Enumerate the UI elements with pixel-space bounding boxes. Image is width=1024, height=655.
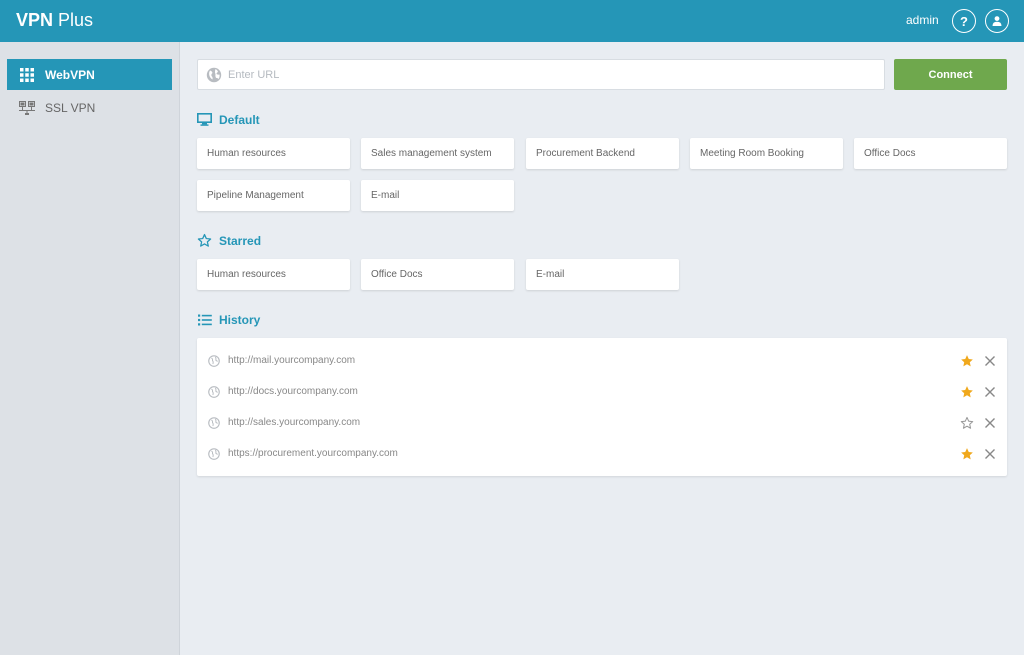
bookmark-tile[interactable]: E-mail	[526, 259, 679, 290]
grid-icon	[19, 67, 35, 83]
globe-icon	[206, 67, 222, 82]
monitor-icon	[197, 112, 212, 127]
close-icon[interactable]	[984, 355, 996, 367]
history-url[interactable]: http://sales.yourcompany.com	[228, 417, 360, 428]
bookmark-tile[interactable]: Human resources	[197, 259, 350, 290]
help-icon: ?	[960, 13, 968, 29]
star-outline-icon[interactable]	[960, 416, 974, 430]
brand-light: Plus	[58, 10, 94, 30]
sidebar-item-ssl-vpn[interactable]: SSL VPN	[7, 92, 172, 123]
globe-icon	[208, 416, 220, 429]
section-label: History	[219, 312, 261, 327]
close-icon[interactable]	[984, 386, 996, 398]
section-default-title: Default	[197, 112, 260, 127]
sidebar: WebVPN SSL VPN	[0, 42, 180, 655]
section-history-title: History	[197, 312, 260, 327]
close-icon[interactable]	[984, 448, 996, 460]
section-label: Starred	[219, 233, 262, 248]
globe-icon	[208, 385, 220, 398]
bookmark-tile[interactable]: Pipeline Management	[197, 180, 350, 211]
top-bar: VPN Plus admin ?	[0, 0, 1024, 42]
history-row: http://sales.yourcompany.com	[197, 407, 1007, 438]
section-label: Default	[219, 112, 260, 127]
username[interactable]: admin	[906, 13, 939, 27]
star-outline-icon	[197, 233, 212, 248]
sidebar-item-webvpn[interactable]: WebVPN	[7, 59, 172, 90]
history-list: http://mail.yourcompany.com http://docs.…	[197, 338, 1007, 476]
globe-icon	[208, 447, 220, 460]
history-url[interactable]: http://docs.yourcompany.com	[228, 386, 358, 397]
bookmark-tile[interactable]: Procurement Backend	[526, 138, 679, 169]
bookmark-tile[interactable]: Human resources	[197, 138, 350, 169]
close-icon[interactable]	[984, 417, 996, 429]
brand-bold: VPN	[16, 10, 54, 30]
section-starred-title: Starred	[197, 233, 261, 248]
app-logo[interactable]: VPN Plus	[16, 10, 93, 31]
bookmark-tile[interactable]: Office Docs	[854, 138, 1007, 169]
history-url[interactable]: http://mail.yourcompany.com	[228, 355, 355, 366]
star-filled-icon[interactable]	[960, 354, 974, 368]
user-icon	[992, 16, 1002, 26]
help-button[interactable]: ?	[952, 9, 976, 33]
bookmark-tile[interactable]: Meeting Room Booking	[690, 138, 843, 169]
history-row: https://procurement.yourcompany.com	[197, 438, 1007, 469]
url-box	[197, 59, 885, 90]
history-row: http://docs.yourcompany.com	[197, 376, 1007, 407]
bookmark-tile[interactable]: E-mail	[361, 180, 514, 211]
network-icon	[19, 100, 35, 116]
url-input[interactable]	[228, 68, 868, 81]
star-filled-icon[interactable]	[960, 385, 974, 399]
sidebar-item-label: WebVPN	[45, 67, 95, 82]
history-row: http://mail.yourcompany.com	[197, 345, 1007, 376]
connect-button[interactable]: Connect	[894, 59, 1007, 90]
sidebar-item-label: SSL VPN	[45, 100, 96, 115]
bookmark-tile[interactable]: Office Docs	[361, 259, 514, 290]
bookmark-tile[interactable]: Sales management system	[361, 138, 514, 169]
star-filled-icon[interactable]	[960, 447, 974, 461]
list-icon	[197, 312, 212, 327]
globe-icon	[208, 354, 220, 367]
user-profile-button[interactable]	[985, 9, 1009, 33]
history-url[interactable]: https://procurement.yourcompany.com	[228, 448, 398, 459]
